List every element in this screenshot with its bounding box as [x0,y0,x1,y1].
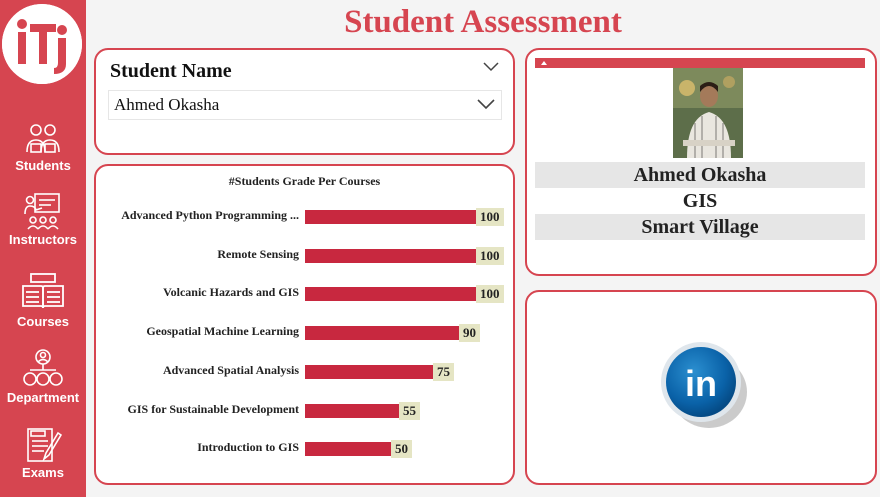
bar-value-label: 100 [476,208,504,226]
slicer-title: Student Name [110,60,232,82]
courses-icon [22,273,64,309]
bar-label: Advanced Spatial Analysis [162,362,299,377]
department-icon [23,349,63,386]
profile-header-bar [535,58,865,68]
bar-value-label: 75 [433,362,454,381]
bar[interactable] [305,326,459,341]
student-photo [673,68,743,158]
bar-label: Volcanic Hazards and GIS [163,285,299,300]
sidebar-item-label: Instructors [9,232,77,247]
linkedin-icon-text: in [685,363,717,404]
bar[interactable] [305,403,399,418]
bar[interactable] [305,210,476,224]
sidebar-item-label: Courses [16,314,70,329]
student-dropdown-value: Ahmed Okasha [114,95,220,114]
chevron-down-icon[interactable] [483,62,499,72]
sidebar-item-label: Department [6,390,80,405]
sidebar-item-label: Students [15,158,71,173]
profile-branch: Smart Village [535,214,865,240]
bar[interactable] [305,248,476,263]
sidebar: Students Instructors Courses Department … [0,0,86,497]
exams-icon [27,428,62,462]
student-dropdown[interactable]: Ahmed Okasha [108,90,502,120]
chart-title: #Students Grade Per Courses [228,174,381,188]
bar-label: Geospatial Machine Learning [146,324,299,339]
profile-name: Ahmed Okasha [535,162,865,188]
student-slicer: Student Name Ahmed Okasha [94,48,515,155]
sidebar-item-students[interactable]: Students [0,122,86,173]
sidebar-item-instructors[interactable]: Instructors [0,192,86,247]
profile-track: GIS [682,190,718,212]
bar-value-label: 55 [399,401,420,420]
profile-card: Ahmed Okasha GIS Smart Village [525,48,877,276]
page-title: Student Assessment [344,4,622,40]
caret-up-icon [541,61,547,65]
bar-label: Remote Sensing [217,246,299,261]
sidebar-item-department[interactable]: Department [0,348,86,405]
sidebar-item-courses[interactable]: Courses [0,272,86,329]
bar-label: Introduction to GIS [197,440,299,455]
linkedin-icon[interactable]: in [657,338,749,430]
sidebar-item-exams[interactable]: Exams [0,427,86,480]
bar[interactable] [305,287,476,302]
chevron-down-icon [477,99,495,110]
bar-value-label: 100 [476,246,504,265]
bar-value-label: 50 [391,440,412,459]
bar[interactable] [305,364,433,379]
bar-label: GIS for Sustainable Development [127,401,299,416]
bar-value-label: 90 [459,324,480,343]
linkedin-card: in [525,290,877,485]
students-icon [26,124,60,153]
bar[interactable] [305,442,391,457]
instructors-icon [24,193,60,230]
sidebar-item-label: Exams [22,465,64,480]
grade-chart: #Students Grade Per Courses Advanced Pyt… [94,164,515,485]
iti-logo [2,4,82,84]
bar-value-label: 100 [476,285,504,304]
bar-label: Advanced Python Programming ... [121,208,299,222]
